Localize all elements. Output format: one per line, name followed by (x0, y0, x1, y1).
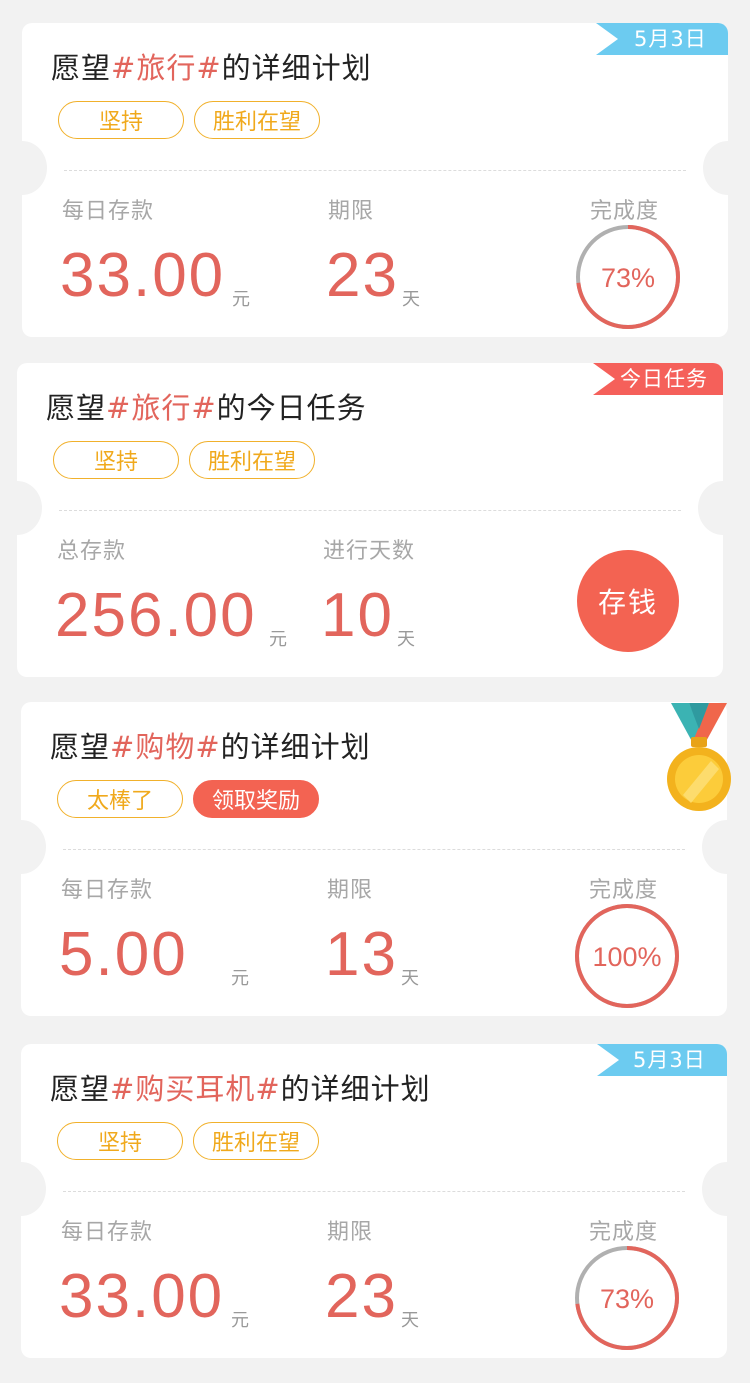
completion-label: 完成度 (589, 1220, 659, 1245)
claim-reward-button[interactable]: 领取奖励 (193, 780, 319, 818)
completion-percent: 73% (601, 263, 655, 293)
total-deposit-value: 256.00 (55, 581, 257, 650)
card-notch (702, 1162, 727, 1216)
completion-percent: 73% (600, 1284, 654, 1314)
completion-label: 完成度 (589, 878, 659, 903)
tag-persist[interactable]: 坚持 (58, 101, 184, 139)
daily-deposit-label: 每日存款 (61, 1220, 154, 1245)
completion-percent: 100% (592, 942, 661, 972)
card-notch (703, 141, 728, 195)
card-notch (17, 481, 42, 535)
daily-deposit-label: 每日存款 (62, 199, 155, 224)
plan-card-shopping[interactable]: 愿望#购物#的详细计划 太棒了 领取奖励 每日存款 5.00 元 期限 13 天… (21, 702, 727, 1016)
tag-persist[interactable]: 坚持 (53, 441, 179, 479)
term-value: 23 (325, 1262, 398, 1331)
dashed-divider (59, 510, 681, 511)
date-badge: 5月3日 (634, 27, 707, 51)
date-badge: 5月3日 (633, 1048, 706, 1072)
card-title: 愿望#购买耳机#的详细计划 (50, 1072, 431, 1106)
save-money-button[interactable]: 存钱 (577, 550, 679, 652)
completion-ring: 100% (575, 904, 679, 1008)
unit-day: 天 (401, 968, 419, 989)
card-title: 愿望#旅行#的详细计划 (51, 51, 372, 85)
unit-day: 天 (401, 1310, 419, 1331)
term-label: 期限 (327, 1220, 374, 1245)
term-label: 期限 (327, 878, 374, 903)
card-notch (698, 481, 723, 535)
tag-persist[interactable]: 坚持 (57, 1122, 183, 1160)
days-elapsed-value: 10 (321, 581, 394, 650)
plan-card-travel[interactable]: 5月3日 愿望#旅行#的详细计划 坚持 胜利在望 每日存款 33.00 元 期限… (22, 23, 728, 337)
today-task-badge: 今日任务 (620, 367, 708, 391)
dashed-divider (63, 849, 685, 850)
card-notch (21, 1162, 46, 1216)
unit-yuan: 元 (232, 289, 250, 310)
total-deposit-label: 总存款 (57, 539, 127, 564)
term-label: 期限 (328, 199, 375, 224)
card-notch (702, 820, 727, 874)
dashed-divider (64, 170, 686, 171)
completion-ring: 73% (576, 225, 680, 329)
task-card-travel[interactable]: 今日任务 愿望#旅行#的今日任务 坚持 胜利在望 总存款 256.00 元 进行… (17, 363, 723, 677)
tag-victory[interactable]: 胜利在望 (194, 101, 320, 139)
tag-victory[interactable]: 胜利在望 (189, 441, 315, 479)
daily-deposit-label: 每日存款 (61, 878, 154, 903)
card-title: 愿望#购物#的详细计划 (50, 730, 371, 764)
term-value: 13 (325, 920, 398, 989)
unit-yuan: 元 (231, 968, 249, 989)
term-value: 23 (326, 241, 399, 310)
tag-great[interactable]: 太棒了 (57, 780, 183, 818)
days-elapsed-label: 进行天数 (323, 539, 416, 564)
dashed-divider (63, 1191, 685, 1192)
unit-yuan: 元 (231, 1310, 249, 1331)
daily-deposit-value: 5.00 (59, 920, 188, 989)
tag-victory[interactable]: 胜利在望 (193, 1122, 319, 1160)
daily-deposit-value: 33.00 (60, 241, 226, 310)
unit-day: 天 (397, 629, 415, 650)
completion-label: 完成度 (590, 199, 660, 224)
plan-card-headphones[interactable]: 5月3日 愿望#购买耳机#的详细计划 坚持 胜利在望 每日存款 33.00 元 … (21, 1044, 727, 1358)
unit-yuan: 元 (269, 629, 287, 650)
card-notch (21, 820, 46, 874)
unit-day: 天 (402, 289, 420, 310)
medal-icon (667, 703, 731, 811)
daily-deposit-value: 33.00 (59, 1262, 225, 1331)
completion-ring: 73% (575, 1246, 679, 1350)
card-notch (22, 141, 47, 195)
card-title: 愿望#旅行#的今日任务 (46, 391, 367, 425)
